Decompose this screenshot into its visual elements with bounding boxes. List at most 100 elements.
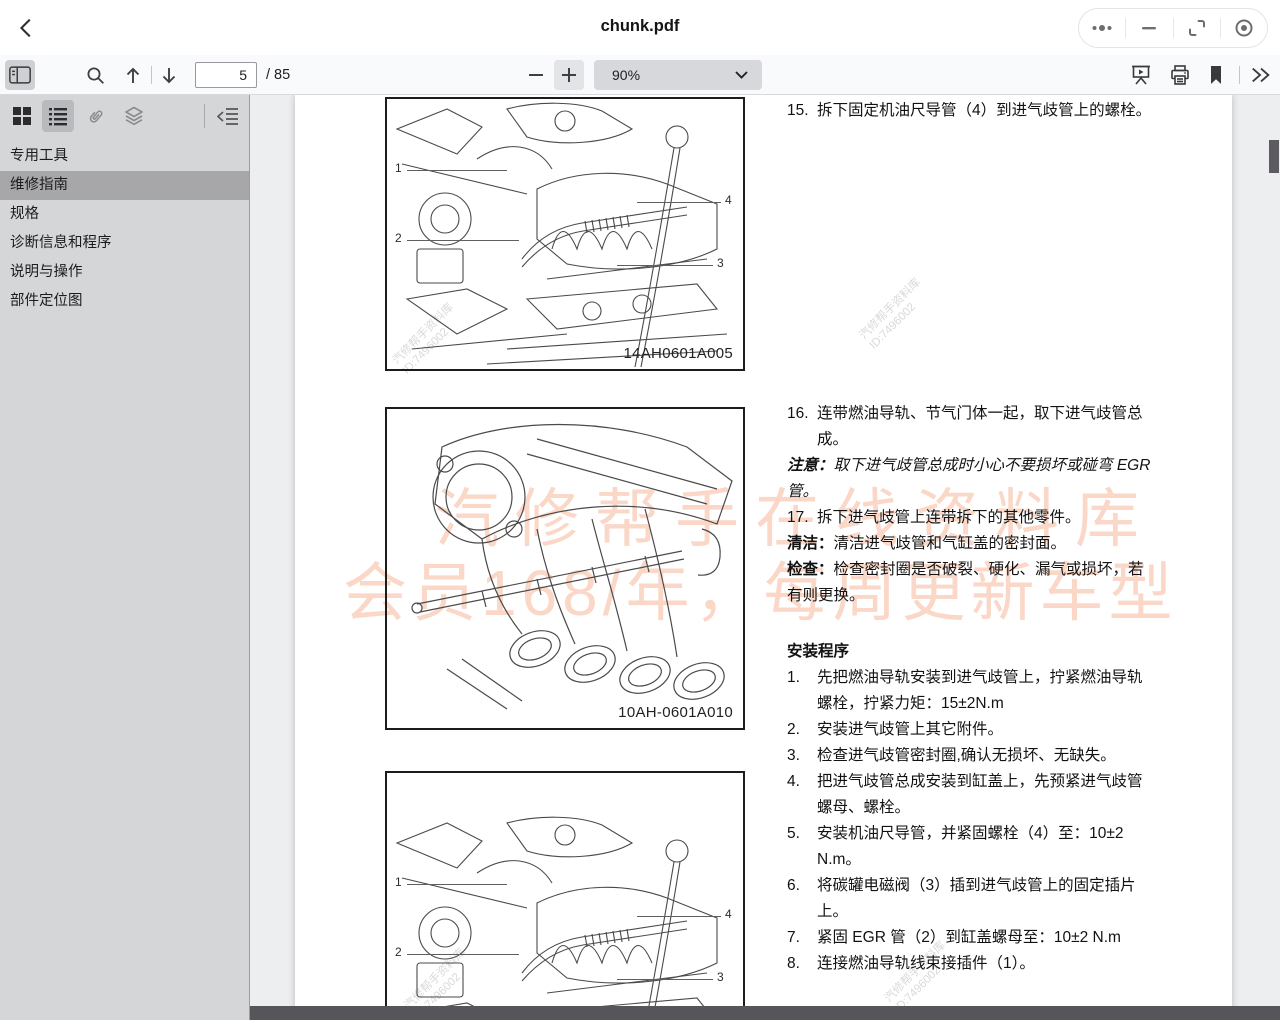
- zoom-out-button[interactable]: [521, 60, 551, 90]
- instruction-text-main: 16. 连带燃油导轨、节气门体一起，取下进气歧管总成。 注意：取下进气歧管总成时…: [787, 401, 1155, 977]
- bookmark-button[interactable]: [1201, 60, 1231, 90]
- arrow-down-icon: [159, 65, 179, 86]
- vertical-scrollbar[interactable]: [1268, 95, 1280, 1020]
- pdf-viewer: 汽修帮手在线资料库 会员168/年，每周更新车型 汽修帮手资料库ID:74960…: [250, 95, 1280, 1020]
- double-chevron-right-icon: [1250, 65, 1272, 85]
- previous-page-button[interactable]: [118, 60, 148, 90]
- step-text: 把进气歧管总成安装到缸盖上，先预紧进气歧管螺母、螺栓。: [817, 769, 1155, 821]
- document-outline: 专用工具 维修指南 规格 诊断信息和程序 说明与操作 部件定位图: [0, 142, 249, 316]
- sidebar-item-diagnostic-info[interactable]: 诊断信息和程序: [0, 229, 249, 258]
- search-button[interactable]: [80, 60, 110, 90]
- step-text: 连带燃油导轨、节气门体一起，取下进气歧管总成。: [817, 401, 1155, 453]
- bottom-toolbar-strip[interactable]: [250, 1006, 1280, 1020]
- printer-icon: [1169, 64, 1191, 86]
- step-number: 15.: [787, 98, 817, 124]
- layers-icon: [123, 105, 145, 127]
- titlebar: chunk.pdf: [0, 0, 1280, 55]
- step-number: 6.: [787, 873, 817, 925]
- step-number: 7.: [787, 925, 817, 951]
- note-text: 取下进气歧管总成时小心不要损坏或碰弯 EGR 管。: [787, 457, 1150, 500]
- callout-leader-line: [407, 954, 519, 955]
- callout-leader-line: [407, 240, 519, 241]
- figure-intake-manifold-in-vehicle: 1 2 4 3 14AH0601A005: [385, 97, 745, 371]
- print-button[interactable]: [1165, 60, 1195, 90]
- pdf-page: 汽修帮手在线资料库 会员168/年，每周更新车型 汽修帮手资料库ID:74960…: [295, 95, 1232, 1020]
- step-number: 8.: [787, 951, 817, 977]
- note-label: 注意：: [787, 457, 834, 474]
- figure-intake-manifold-assembly: 10AH-0601A010: [385, 407, 745, 730]
- callout-number: 3: [717, 970, 724, 984]
- callout-leader-line: [407, 884, 507, 885]
- callout-number: 2: [395, 231, 402, 245]
- sidebar-item-description-operation[interactable]: 说明与操作: [0, 258, 249, 287]
- engine-diagram: [387, 773, 743, 1020]
- sidebar-item-repair-guide[interactable]: 维修指南: [0, 171, 249, 200]
- callout-number: 3: [717, 256, 724, 270]
- sidebar-item-special-tools[interactable]: 专用工具: [0, 142, 249, 171]
- install-step: 2. 安装进气歧管上其它附件。: [787, 717, 1155, 743]
- more-tools-button[interactable]: [1246, 60, 1276, 90]
- maximize-restore-icon[interactable]: [1180, 11, 1214, 45]
- attachments-button[interactable]: [80, 100, 112, 132]
- step-number: 17.: [787, 505, 817, 531]
- page-number-input[interactable]: [195, 62, 257, 88]
- presentation-mode-button[interactable]: [1126, 60, 1156, 90]
- figure-code: 14AH0601A005: [623, 345, 733, 362]
- presentation-icon: [1130, 64, 1152, 86]
- note-paragraph: 注意：取下进气歧管总成时小心不要损坏或碰弯 EGR 管。: [787, 453, 1155, 505]
- zoom-in-button[interactable]: [554, 60, 584, 90]
- engine-diagram: [387, 409, 743, 728]
- layers-button[interactable]: [118, 100, 150, 132]
- outline-view-button[interactable]: [42, 100, 74, 132]
- target-icon[interactable]: [1227, 11, 1261, 45]
- watermark-small: 汽修帮手资料库ID:7496002: [857, 276, 934, 353]
- zoom-level-dropdown[interactable]: 90%: [594, 60, 762, 90]
- callout-number: 4: [725, 907, 732, 921]
- callout-number: 1: [395, 875, 402, 889]
- engine-diagram: [387, 99, 743, 369]
- sidebar-toggle-button[interactable]: [5, 60, 35, 90]
- step-text: 检查进气歧管密封圈,确认无损坏、无缺失。: [817, 743, 1155, 769]
- list-icon: [48, 106, 68, 126]
- install-step: 4. 把进气歧管总成安装到缸盖上，先预紧进气歧管螺母、螺栓。: [787, 769, 1155, 821]
- figure-code: 10AH-0601A010: [618, 704, 733, 721]
- thumbnails-view-button[interactable]: [6, 100, 38, 132]
- callout-leader-line: [637, 202, 721, 203]
- pdf-toolbar: / 85 90%: [0, 55, 1280, 95]
- install-step: 5. 安装机油尺导管，并紧固螺栓（4）至：10±2 N.m。: [787, 821, 1155, 873]
- step-number: 3.: [787, 743, 817, 769]
- minimize-icon[interactable]: [1132, 11, 1166, 45]
- step-text: 安装进气歧管上其它附件。: [817, 717, 1155, 743]
- callout-leader-line: [617, 979, 713, 980]
- collapse-outline-button[interactable]: [212, 100, 244, 132]
- page-total-label: / 85: [266, 67, 290, 83]
- step-number: 4.: [787, 769, 817, 821]
- plus-icon: [560, 66, 578, 84]
- callout-leader-line: [617, 265, 713, 266]
- step-number: 2.: [787, 717, 817, 743]
- scrollbar-thumb[interactable]: [1269, 140, 1279, 173]
- divider: [1125, 18, 1126, 38]
- step-text: 安装机油尺导管，并紧固螺栓（4）至：10±2 N.m。: [817, 821, 1155, 873]
- next-page-button[interactable]: [154, 60, 184, 90]
- search-icon: [85, 65, 106, 86]
- callout-leader-line: [637, 916, 721, 917]
- arrow-up-icon: [123, 65, 143, 86]
- divider: [204, 104, 205, 128]
- chevron-down-icon: [735, 71, 748, 79]
- inspect-text: 检查密封圈是否破裂、硬化、漏气或损坏，若有则更换。: [787, 561, 1144, 604]
- install-procedure-heading: 安装程序: [787, 639, 1155, 665]
- sidebar-item-component-location[interactable]: 部件定位图: [0, 287, 249, 316]
- step-text: 连接燃油导轨线束接插件（1）。: [817, 951, 1155, 977]
- step-number: 5.: [787, 821, 817, 873]
- install-step: 8. 连接燃油导轨线束接插件（1）。: [787, 951, 1155, 977]
- step-text: 拆下进气歧管上连带拆下的其他零件。: [817, 505, 1155, 531]
- clean-paragraph: 清洁：清洁进气歧管和气缸盖的密封面。: [787, 531, 1155, 557]
- step-text: 将碳罐电磁阀（3）插到进气歧管上的固定插片上。: [817, 873, 1155, 925]
- sidebar-item-specifications[interactable]: 规格: [0, 200, 249, 229]
- sidebar: 专用工具 维修指南 规格 诊断信息和程序 说明与操作 部件定位图: [0, 95, 250, 1020]
- install-step: 3. 检查进气歧管密封圈,确认无损坏、无缺失。: [787, 743, 1155, 769]
- divider: [1220, 18, 1221, 38]
- clean-label: 清洁：: [787, 535, 834, 552]
- more-options-icon[interactable]: [1085, 11, 1119, 45]
